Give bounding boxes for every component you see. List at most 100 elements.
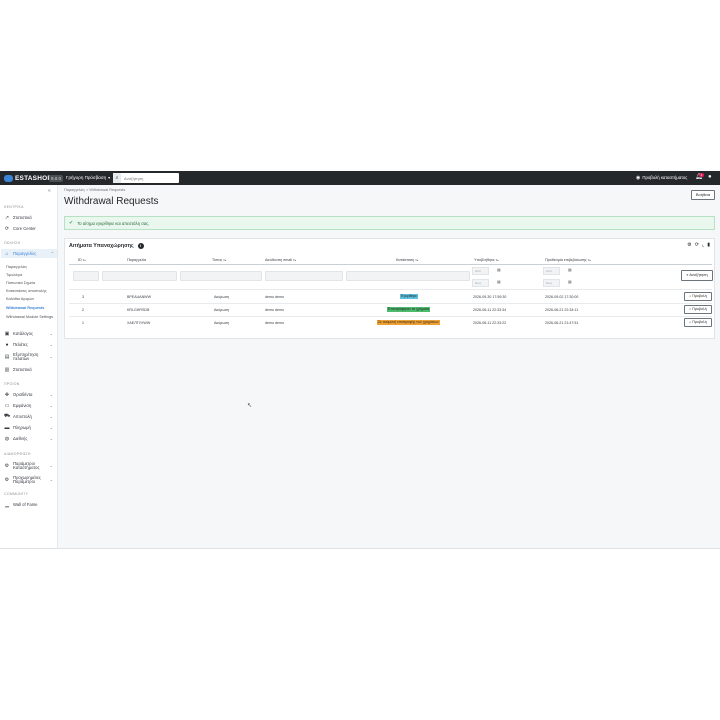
sidebar-item-advanced-parameters[interactable]: ⚙ Προχωρημένες Παράμετροι ⌄ <box>4 474 56 486</box>
cell-type: Ακύρωση <box>214 321 230 325</box>
sidebar-subitem-order-statuses[interactable]: Καταστάσεις αποστολής <box>6 289 47 293</box>
search-bar[interactable]: ⌕ <box>113 173 179 183</box>
sidebar-item-customers[interactable]: ● Πελάτες ⌄ <box>4 340 56 349</box>
chat-icon: ▤ <box>4 353 10 360</box>
eye-icon: ◉ <box>636 175 641 181</box>
sidebar-item-label: Πληρωμή <box>13 425 31 430</box>
cell-type: Ακύρωση <box>214 295 230 299</box>
sidebar-item-customer-service[interactable]: ▤ Εξυπηρέτηση πελατών ⌄ <box>4 351 56 363</box>
sidebar-section-label: ΔΙΑΜΟΡΦΩΣΗ <box>4 452 31 456</box>
calendar-icon[interactable]: ▦ <box>497 279 501 284</box>
logo[interactable]: ESTASHOP <box>4 174 52 182</box>
sql-query-icon[interactable]: ⌞ <box>702 242 704 248</box>
quick-access-dropdown[interactable]: Γρήγορη Πρόσβαση ▾ <box>66 174 110 182</box>
sidebar-subitem-carts[interactable]: Καλάθια Αγορών <box>6 297 34 301</box>
sidebar-item-design[interactable]: ▭ Εμφάνιση ⌄ <box>4 401 56 410</box>
calendar-icon[interactable]: ▦ <box>497 267 501 272</box>
sidebar-subitem-invoices[interactable]: Τιμολόγια <box>6 273 22 277</box>
cell-email: demo demo <box>265 321 284 325</box>
sort-icon: ▾▴ <box>415 258 419 262</box>
column-header-type[interactable]: Τύπος▾▴ <box>212 258 226 262</box>
filter-submitted-to[interactable]: Έως <box>472 279 489 287</box>
view-store-link[interactable]: ◉ Προβολή καταστήματος <box>636 174 687 182</box>
sort-icon: ▾▴ <box>293 258 297 262</box>
filter-deadline-to[interactable]: Έως <box>543 279 560 287</box>
filter-type-input[interactable] <box>180 271 262 281</box>
cell-deadline: 2026-09-02 17:30:00 <box>545 295 579 299</box>
sidebar-item-shipping[interactable]: ⛟ Αποστολή ⌄ <box>4 412 56 421</box>
sidebar-section-label: COMMUNITY <box>4 492 29 496</box>
refresh-icon[interactable]: ⟳ <box>695 242 699 248</box>
column-header-email[interactable]: Διεύθυνση email▾▴ <box>265 258 296 262</box>
sidebar-item-wall-of-fame[interactable]: ▁ Wall of Fame <box>4 500 56 509</box>
account-icon: ● <box>5 341 9 348</box>
chevron-down-icon: ⌄ <box>49 414 53 419</box>
user-account-icon[interactable]: ● <box>708 174 716 182</box>
sidebar-item-core-center[interactable]: ⟳ Core Center <box>4 224 56 233</box>
filter-id-input[interactable] <box>73 271 99 281</box>
column-header-deadline[interactable]: Προθεσμία επιβεβαίωσης▾▴ <box>545 258 591 262</box>
filter-order-input[interactable] <box>102 271 177 281</box>
search-icon[interactable]: ⌕ <box>113 173 121 183</box>
sidebar-item-international[interactable]: ◍ Διεθνής ⌄ <box>4 434 56 443</box>
chevron-down-icon: ⌄ <box>49 392 53 397</box>
panel-title-text: Αιτήματα Υπαναχώρησης <box>69 243 134 249</box>
refresh-icon: ⟳ <box>4 225 10 232</box>
status-badge: Εγκρίθηκε <box>400 294 418 299</box>
filter-email-input[interactable] <box>265 271 343 281</box>
info-icon[interactable]: i <box>137 243 144 249</box>
filter-status-input[interactable] <box>346 271 470 281</box>
panel-title: Αιτήματα Υπαναχώρησης i <box>69 243 144 249</box>
filter-deadline-from[interactable]: Από <box>543 267 560 275</box>
calendar-icon[interactable]: ▦ <box>568 267 572 272</box>
sort-icon: ▾▴ <box>223 258 227 262</box>
row-divider <box>69 289 712 290</box>
search-input[interactable] <box>121 175 177 181</box>
column-header-status[interactable]: Κατάσταση▾▴ <box>396 258 418 262</box>
logo-mark-icon <box>4 174 13 182</box>
help-button[interactable]: Βοήθεια <box>691 190 715 200</box>
cell-submitted: 2026-09-30 17:59:30 <box>473 295 507 299</box>
sidebar-item-label: Στατιστικά <box>13 367 32 372</box>
sidebar-item-catalog[interactable]: ▣ Κατάλογος ⌄ <box>4 329 56 338</box>
sort-icon: ▾▴ <box>495 258 499 262</box>
sidebar-item-shop-parameters[interactable]: ⚙ Παράμετροι Καταστήματος ⌄ <box>4 460 56 472</box>
sidebar-subitem-withdrawal-settings[interactable]: Withdrawal Module Settings <box>6 315 54 320</box>
cell-order: ВРЕAUANWW <box>127 295 151 299</box>
sidebar-item-orders[interactable]: ⌂ Παραγγελίες ⌃ <box>1 249 57 258</box>
sidebar-item-label: Εξυπηρέτηση πελατών <box>13 351 39 361</box>
cell-submitted: 2026-06-11 22:33:34 <box>473 308 507 312</box>
view-button[interactable]: ⌕ Προβολή <box>684 318 712 327</box>
sidebar-item-modules[interactable]: ✥ Ορισθέντα ⌄ <box>4 390 56 399</box>
sidebar-section-label: ΠΩΛΗΣΗ <box>4 241 21 245</box>
puzzle-icon: ✥ <box>4 391 10 398</box>
view-button[interactable]: ⌕ Προβολή <box>684 305 712 314</box>
column-header-id[interactable]: ID▾▴ <box>78 258 86 262</box>
sidebar-item-payment[interactable]: ▬ Πληρωμή ⌄ <box>4 423 56 432</box>
settings-icon: ⚙ <box>4 462 10 469</box>
notifications-bell[interactable]: 🔔︎ 1 <box>695 173 705 183</box>
collapse-sidebar-icon[interactable]: « <box>48 188 51 194</box>
trash-icon[interactable]: ▮ <box>707 242 710 248</box>
sidebar-item-statistics[interactable]: ▥ Στατιστικά <box>4 365 56 374</box>
column-header-order[interactable]: Παραγγελία <box>127 258 146 262</box>
store-icon: ▣ <box>4 330 10 337</box>
sort-icon: ▾▴ <box>587 258 591 262</box>
calendar-icon[interactable]: ▦ <box>568 279 572 284</box>
trending-up-icon: ↗ <box>4 214 10 221</box>
filter-submitted-from[interactable]: Από <box>472 267 489 275</box>
globe-icon: ◍ <box>4 435 10 442</box>
sidebar-subitem-credit-slips[interactable]: Πιστωτικά Σημεία <box>6 281 35 285</box>
row-divider <box>69 303 712 304</box>
sidebar-subitem-withdrawal-requests[interactable]: Withdrawal Requests <box>6 306 44 310</box>
sidebar-subitem-orders[interactable]: Παραγγελίες <box>6 265 27 269</box>
view-button[interactable]: ⌕ Προβολή <box>684 292 712 301</box>
search-filter-button[interactable]: ⌕ Αναζήτηση <box>681 270 713 281</box>
bar-chart-icon: ▥ <box>4 366 10 373</box>
settings-icon[interactable]: ⚙ <box>687 242 691 248</box>
sidebar-item-stats[interactable]: ↗ Στατιστικά <box>4 213 56 222</box>
column-header-submitted[interactable]: Υποβλήθηκε▾▴ <box>474 258 499 262</box>
cell-id: 1 <box>82 321 84 325</box>
breadcrumb[interactable]: Παραγγελίες > Withdrawal Requests <box>64 188 125 192</box>
sidebar-item-label: Εμφάνιση <box>13 403 32 408</box>
